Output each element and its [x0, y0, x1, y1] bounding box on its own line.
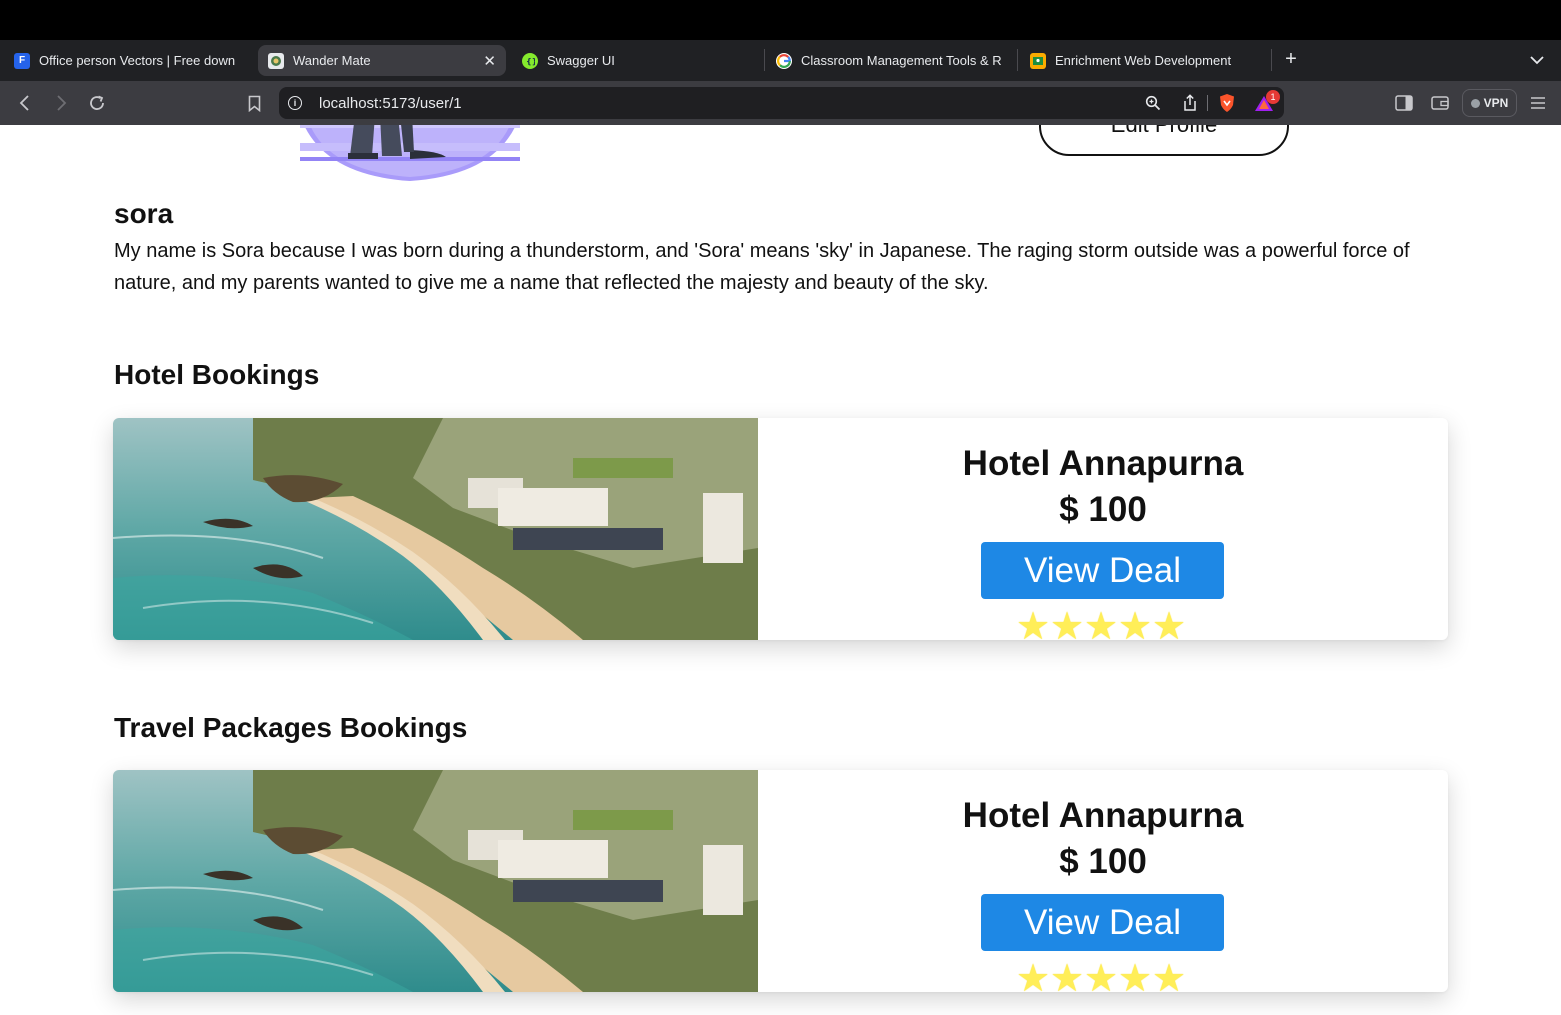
star-icon: ★ [1118, 958, 1153, 1000]
package-price: $ 100 [1059, 842, 1147, 881]
google-icon [776, 52, 792, 69]
star-icon: ★ [1118, 606, 1153, 648]
tab-classroom-management[interactable]: Classroom Management Tools & R [766, 45, 1014, 76]
window-top-bar [0, 0, 1561, 40]
swagger-icon: {} [522, 52, 538, 69]
close-tab-icon[interactable]: ✕ [483, 52, 496, 70]
bookmark-icon[interactable] [242, 91, 266, 115]
tab-list-chevron-down-icon[interactable] [1526, 48, 1548, 72]
travel-package-info: Hotel Annapurna $ 100 View Deal ★ ★ ★ ★ … [758, 770, 1448, 998]
menu-icon[interactable] [1526, 91, 1550, 115]
hotel-booking-card: Hotel Annapurna $ 100 View Deal ★ ★ ★ ★ … [113, 418, 1448, 646]
back-button-icon[interactable] [13, 91, 37, 115]
star-icon: ★ [1050, 958, 1085, 1000]
tab-swagger-ui[interactable]: {} Swagger UI [512, 45, 762, 76]
tab-title: Enrichment Web Development [1055, 53, 1232, 68]
brave-shields-icon[interactable] [1218, 93, 1236, 118]
divider [1207, 95, 1208, 111]
travel-package-card: Hotel Annapurna $ 100 View Deal ★ ★ ★ ★ … [113, 770, 1448, 998]
vpn-status-icon [1470, 98, 1480, 108]
forward-button-icon[interactable] [49, 91, 73, 115]
page-content: Edit Profile sora My name is Sora becaus… [0, 125, 1561, 1015]
hotel-price: $ 100 [1059, 490, 1147, 529]
url-text[interactable]: localhost:5173/user/1 [319, 95, 462, 112]
new-tab-button[interactable]: + [1278, 44, 1304, 74]
classroom-icon [1030, 52, 1046, 69]
view-deal-button[interactable]: View Deal [981, 542, 1224, 599]
star-rating: ★ ★ ★ ★ ★ [1016, 606, 1187, 648]
star-rating: ★ ★ ★ ★ ★ [1016, 958, 1187, 1000]
tab-office-person-vectors[interactable]: F Office person Vectors | Free down [4, 45, 256, 76]
zoom-icon[interactable] [1145, 95, 1161, 116]
share-icon[interactable] [1182, 94, 1198, 117]
view-deal-button[interactable]: View Deal [981, 894, 1224, 951]
tab-title: Office person Vectors | Free down [39, 53, 236, 68]
tab-strip: F Office person Vectors | Free down Wand… [0, 40, 1561, 81]
hotel-name: Hotel Annapurna [962, 444, 1244, 483]
hotel-booking-info: Hotel Annapurna $ 100 View Deal ★ ★ ★ ★ … [758, 418, 1448, 646]
profile-avatar [300, 125, 520, 191]
star-icon: ★ [1016, 958, 1051, 1000]
site-info-icon[interactable]: i [288, 96, 302, 110]
star-icon: ★ [1084, 606, 1119, 648]
edit-profile-button[interactable]: Edit Profile [1039, 125, 1289, 156]
wallet-icon[interactable] [1428, 91, 1452, 115]
tab-title: Wander Mate [293, 53, 371, 68]
travel-coast-image [113, 770, 758, 992]
star-icon: ★ [1152, 606, 1187, 648]
tab-separator [764, 49, 765, 71]
star-icon: ★ [1084, 958, 1119, 1000]
star-icon: ★ [1050, 606, 1085, 648]
tab-separator [1271, 49, 1272, 71]
hotel-coast-image [113, 418, 758, 640]
package-hotel-name: Hotel Annapurna [962, 796, 1244, 835]
star-icon: ★ [1016, 606, 1051, 648]
tab-wander-mate[interactable]: Wander Mate ✕ [258, 45, 506, 76]
tab-title: Swagger UI [547, 53, 615, 68]
tab-title: Classroom Management Tools & R [801, 53, 1002, 68]
freepik-icon: F [14, 52, 30, 69]
vpn-label: VPN [1483, 96, 1509, 110]
username: sora [114, 198, 174, 229]
svg-text:{}: {} [526, 57, 535, 66]
tab-separator [1017, 49, 1018, 71]
reload-icon[interactable] [85, 91, 109, 115]
travel-packages-heading: Travel Packages Bookings [114, 712, 468, 743]
sidebar-toggle-icon[interactable] [1392, 91, 1416, 115]
vpn-button[interactable]: VPN [1462, 89, 1517, 117]
notification-badge: 1 [1266, 90, 1280, 104]
tab-enrichment-web-development[interactable]: Enrichment Web Development [1020, 45, 1270, 76]
wandermate-icon [268, 52, 284, 69]
address-bar[interactable]: i localhost:5173/user/1 1 [279, 87, 1284, 119]
star-icon: ★ [1152, 958, 1187, 1000]
user-bio: My name is Sora because I was born durin… [114, 240, 1410, 294]
hotel-bookings-heading: Hotel Bookings [114, 359, 320, 390]
